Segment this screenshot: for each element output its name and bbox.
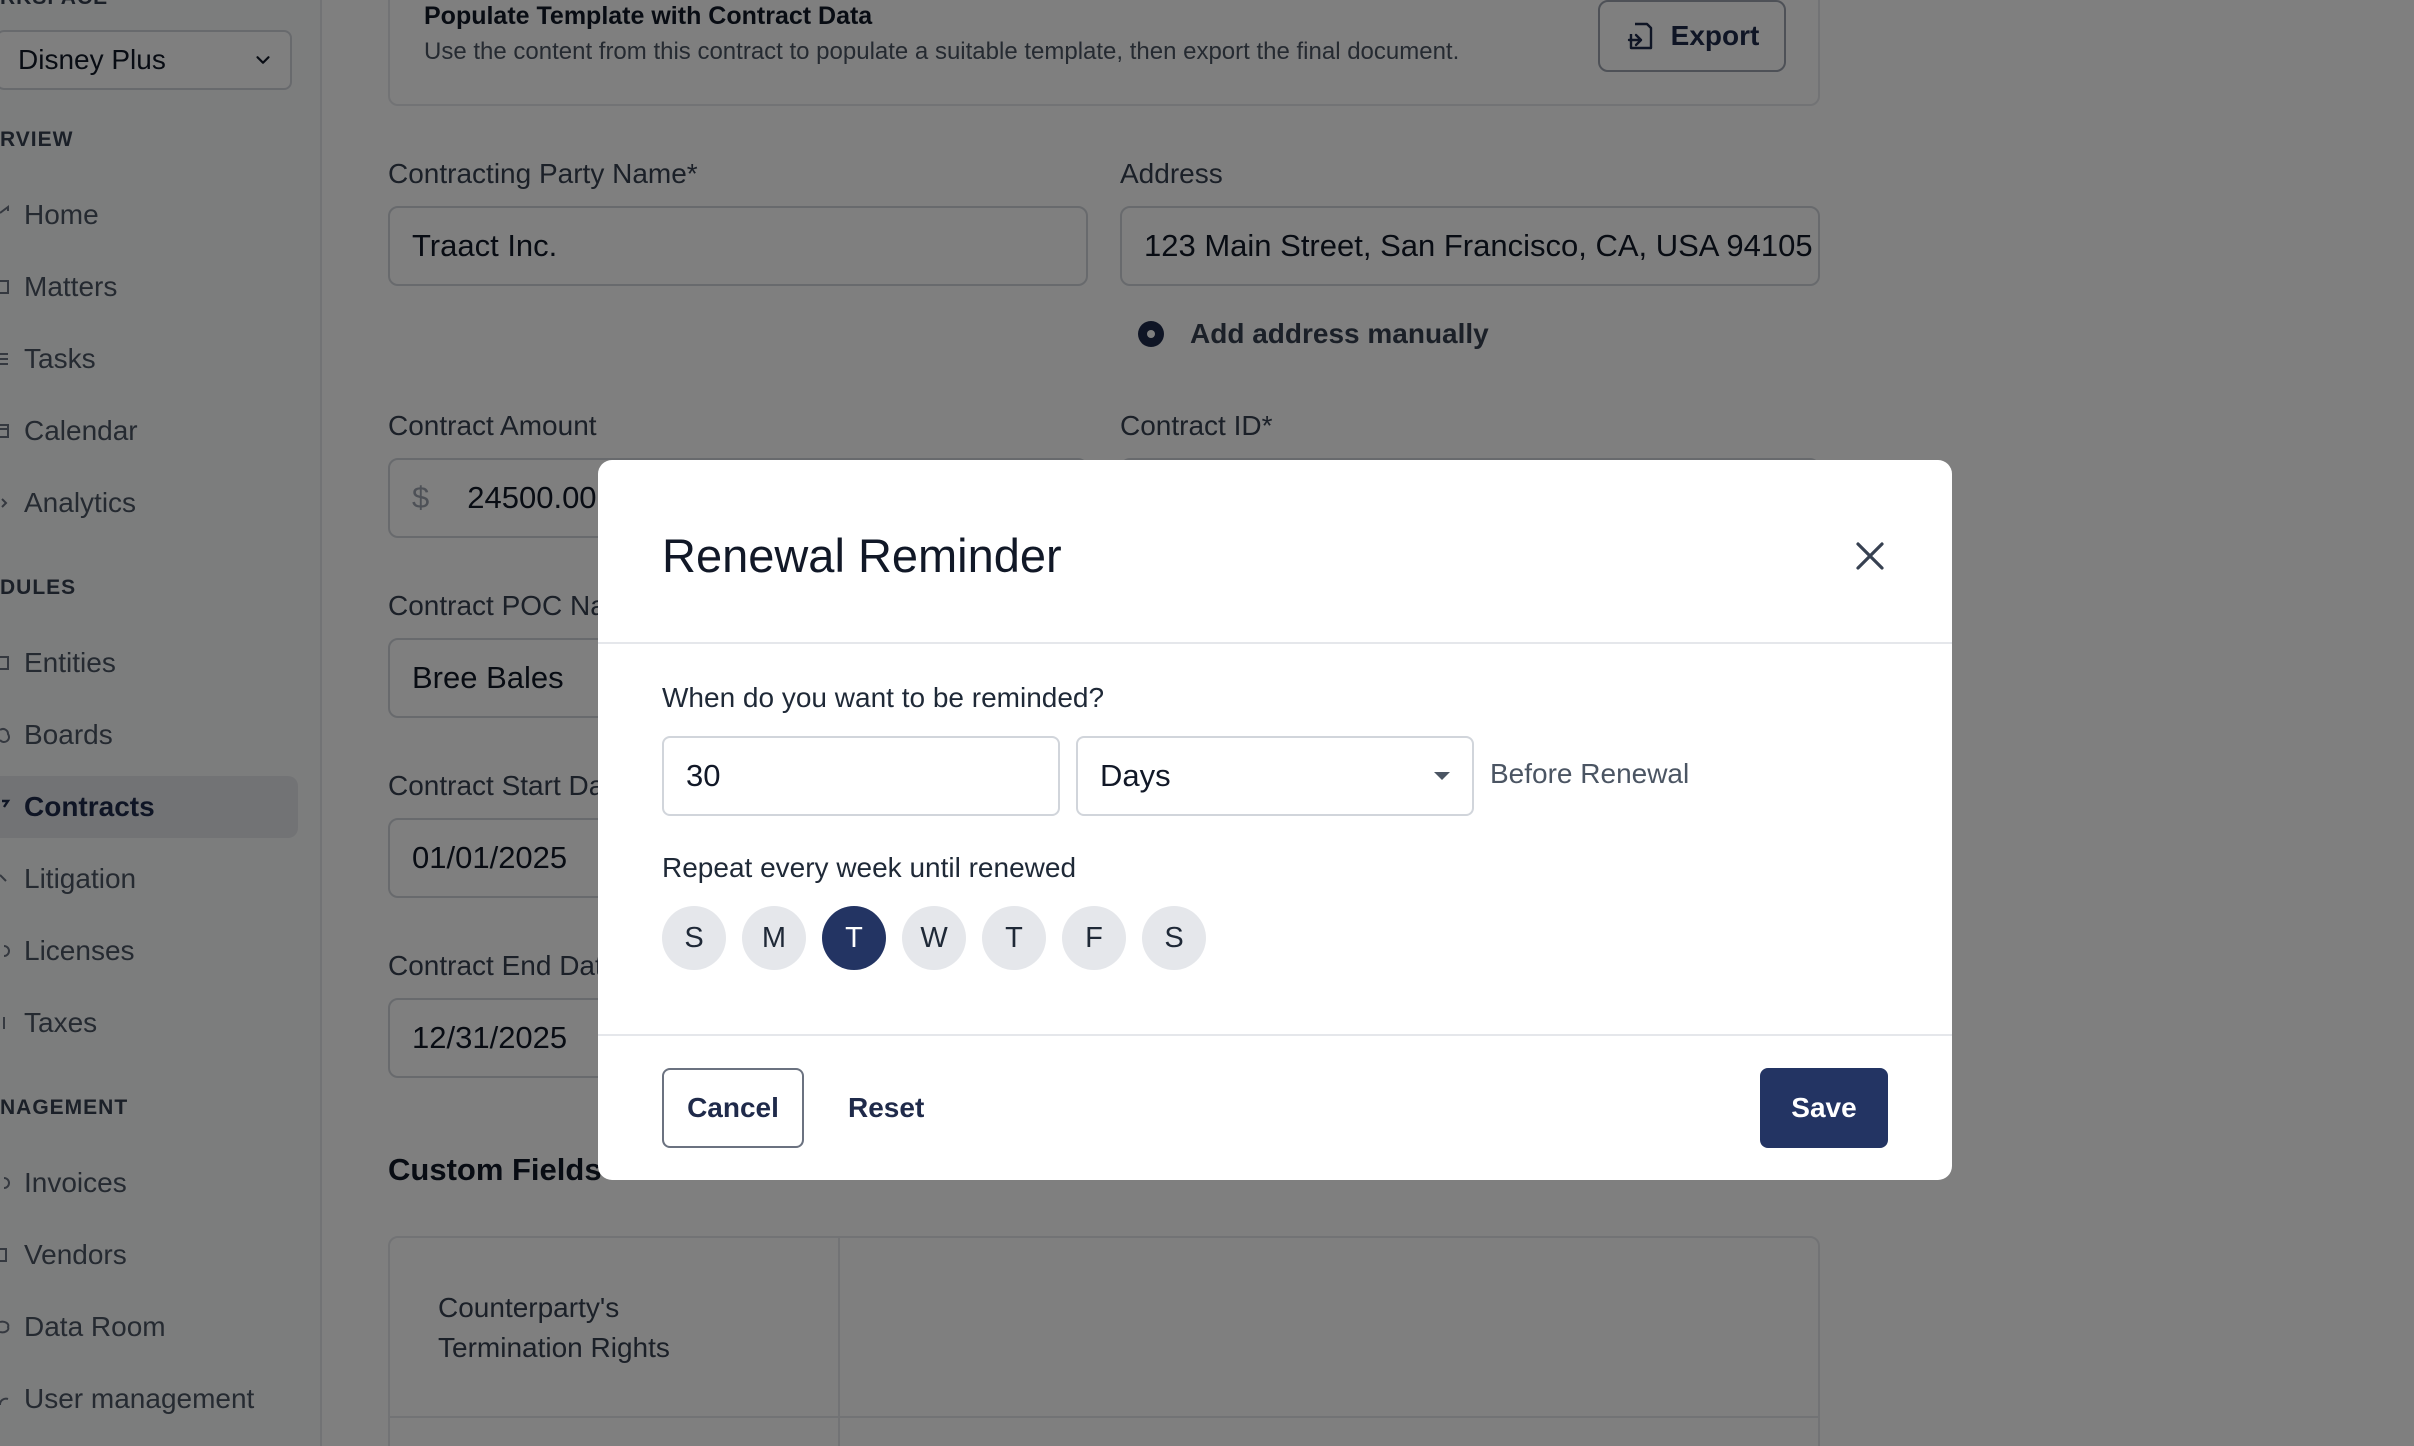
close-button[interactable] — [1850, 536, 1890, 576]
reminder-amount-input[interactable]: 30 — [662, 736, 1060, 816]
reminder-question: When do you want to be reminded? — [662, 682, 1105, 713]
reminder-unit-value: Days — [1100, 758, 1171, 793]
save-button[interactable]: Save — [1760, 1068, 1888, 1148]
weekday-toggle[interactable]: W — [902, 906, 966, 970]
weekday-toggle[interactable]: F — [1062, 906, 1126, 970]
reminder-unit-select[interactable]: Days — [1076, 736, 1474, 816]
weekday-toggle[interactable]: S — [1142, 906, 1206, 970]
reminder-amount-value: 30 — [686, 758, 721, 793]
weekday-toggle[interactable]: S — [662, 906, 726, 970]
weekday-toggle[interactable]: M — [742, 906, 806, 970]
weekday-toggle[interactable]: T — [982, 906, 1046, 970]
before-renewal-text: Before Renewal — [1490, 758, 1690, 789]
reset-button[interactable]: Reset — [848, 1068, 924, 1148]
weekday-toggle[interactable]: T — [822, 906, 886, 970]
cancel-button[interactable]: Cancel — [662, 1068, 804, 1148]
weekday-selector: SMTWTFS — [662, 906, 1206, 970]
dialog-footer-divider — [598, 1034, 1952, 1036]
dialog-header-divider — [598, 642, 1952, 644]
dialog-title: Renewal Reminder — [662, 529, 1062, 582]
renewal-reminder-dialog: Renewal Reminder When do you want to be … — [598, 460, 1952, 1180]
close-icon — [1856, 542, 1884, 570]
caret-down-icon — [1434, 772, 1450, 780]
repeat-text: Repeat every week until renewed — [662, 852, 1077, 883]
